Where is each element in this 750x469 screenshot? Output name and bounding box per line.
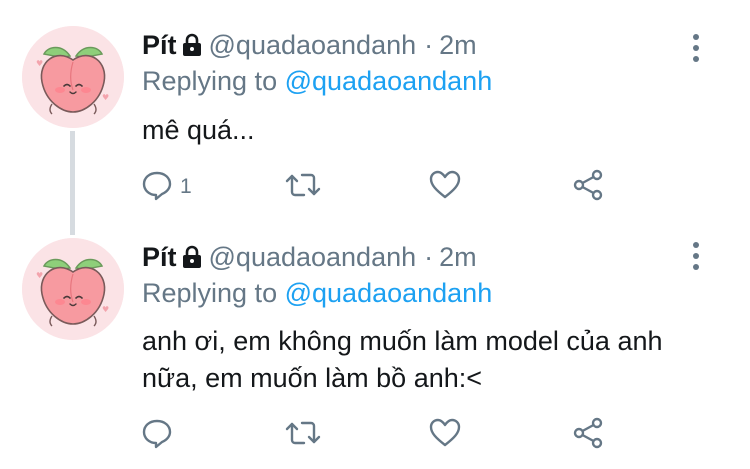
replying-to: Replying to @quadaoandanh (142, 65, 492, 97)
timestamp[interactable]: 2m (439, 242, 477, 272)
heart-icon (428, 168, 462, 207)
like-button[interactable] (428, 415, 462, 455)
replying-prefix: Replying to (142, 66, 278, 96)
tweet-actions (140, 415, 620, 455)
peach-avatar-image: ♥ ♥ (22, 238, 124, 340)
lock-icon (181, 32, 203, 64)
display-name[interactable]: Pít (142, 242, 177, 272)
heart-icon (428, 416, 462, 455)
more-vertical-icon[interactable] (686, 34, 706, 70)
share-button[interactable] (572, 415, 606, 455)
thread-line (70, 131, 75, 235)
svg-text:♥: ♥ (36, 59, 43, 68)
tweet-text: mê quá... (142, 115, 255, 145)
replying-mention-link[interactable]: @quadaoandanh (285, 66, 493, 96)
reply-count: 1 (180, 175, 192, 198)
svg-text:♥: ♥ (102, 305, 109, 314)
timestamp[interactable]: 2m (439, 30, 477, 60)
separator-dot: · (424, 30, 434, 60)
user-handle[interactable]: @quadaoandanh (209, 30, 417, 60)
share-icon (572, 416, 606, 455)
tweet-2[interactable]: ♥ ♥ Pít @quadaoandanh · 2m Replying to @qua… (0, 235, 750, 469)
retweet-icon (284, 416, 322, 455)
replying-to: Replying to @quadaoandanh (142, 277, 492, 309)
svg-text:♥: ♥ (102, 93, 109, 102)
replying-mention-link[interactable]: @quadaoandanh (285, 278, 493, 308)
reply-icon (140, 416, 174, 455)
lock-icon (181, 244, 203, 276)
avatar[interactable]: ♥ ♥ (22, 26, 124, 128)
user-handle[interactable]: @quadaoandanh (209, 242, 417, 272)
reply-button[interactable]: 1 (140, 167, 192, 207)
reply-button[interactable] (140, 415, 180, 455)
peach-avatar-image: ♥ ♥ (22, 26, 124, 128)
replying-prefix: Replying to (142, 278, 278, 308)
svg-text:♥: ♥ (36, 271, 43, 280)
share-icon (572, 168, 606, 207)
retweet-icon (284, 168, 322, 207)
like-button[interactable] (428, 167, 462, 207)
retweet-button[interactable] (284, 415, 322, 455)
separator-dot: · (424, 242, 434, 272)
share-button[interactable] (572, 167, 606, 207)
display-name[interactable]: Pít (142, 30, 177, 60)
tweet-1[interactable]: ♥ ♥ Pít @quadaoandanh · 2m Replying to @qua… (0, 0, 750, 235)
tweet-header: Pít @quadaoandanh · 2m (142, 29, 477, 64)
reply-icon (140, 168, 174, 207)
tweet-header: Pít @quadaoandanh · 2m (142, 241, 477, 276)
tweet-text: anh ơi, em không muốn làm model của anh … (142, 326, 663, 393)
retweet-button[interactable] (284, 167, 322, 207)
tweet-actions: 1 (140, 167, 620, 207)
more-vertical-icon[interactable] (686, 242, 706, 278)
avatar[interactable]: ♥ ♥ (22, 238, 124, 340)
